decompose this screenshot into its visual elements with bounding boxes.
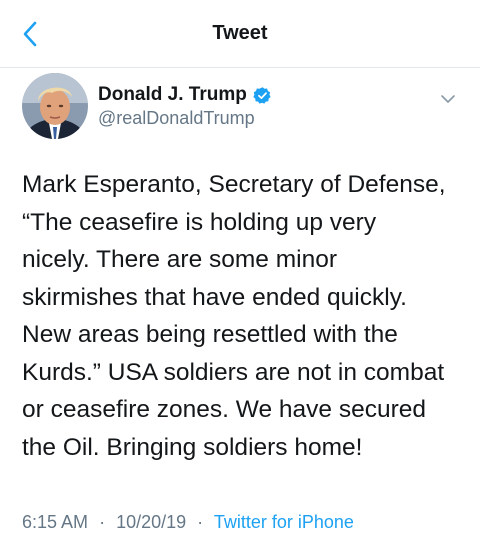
tweet-text: Mark Esperanto, Secretary of Defense, “T… [22, 171, 446, 461]
tweet-source-link[interactable]: Twitter for iPhone [214, 512, 354, 532]
author-handle[interactable]: @realDonaldTrump [98, 108, 255, 129]
tweet-author: Donald J. Trump @realDonaldTrump [22, 73, 466, 143]
meta-separator: · [197, 512, 204, 532]
meta-separator: · [99, 512, 106, 532]
chevron-down-icon [441, 95, 455, 103]
author-name-text: Donald J. Trump [98, 84, 247, 105]
author-name[interactable]: Donald J. Trump [98, 84, 272, 106]
tweet-time: 6:15 AM [22, 512, 89, 532]
verified-badge-icon [253, 86, 272, 105]
avatar-image [22, 73, 88, 139]
tweet-menu-button[interactable] [436, 87, 460, 111]
avatar[interactable] [22, 73, 88, 139]
tweet-metadata: 6:15 AM · 10/20/19 · Twitter for iPhone [22, 512, 354, 533]
page-title: Tweet [212, 22, 268, 44]
navigation-bar: Tweet [0, 0, 480, 68]
tweet-date: 10/20/19 [116, 512, 187, 532]
